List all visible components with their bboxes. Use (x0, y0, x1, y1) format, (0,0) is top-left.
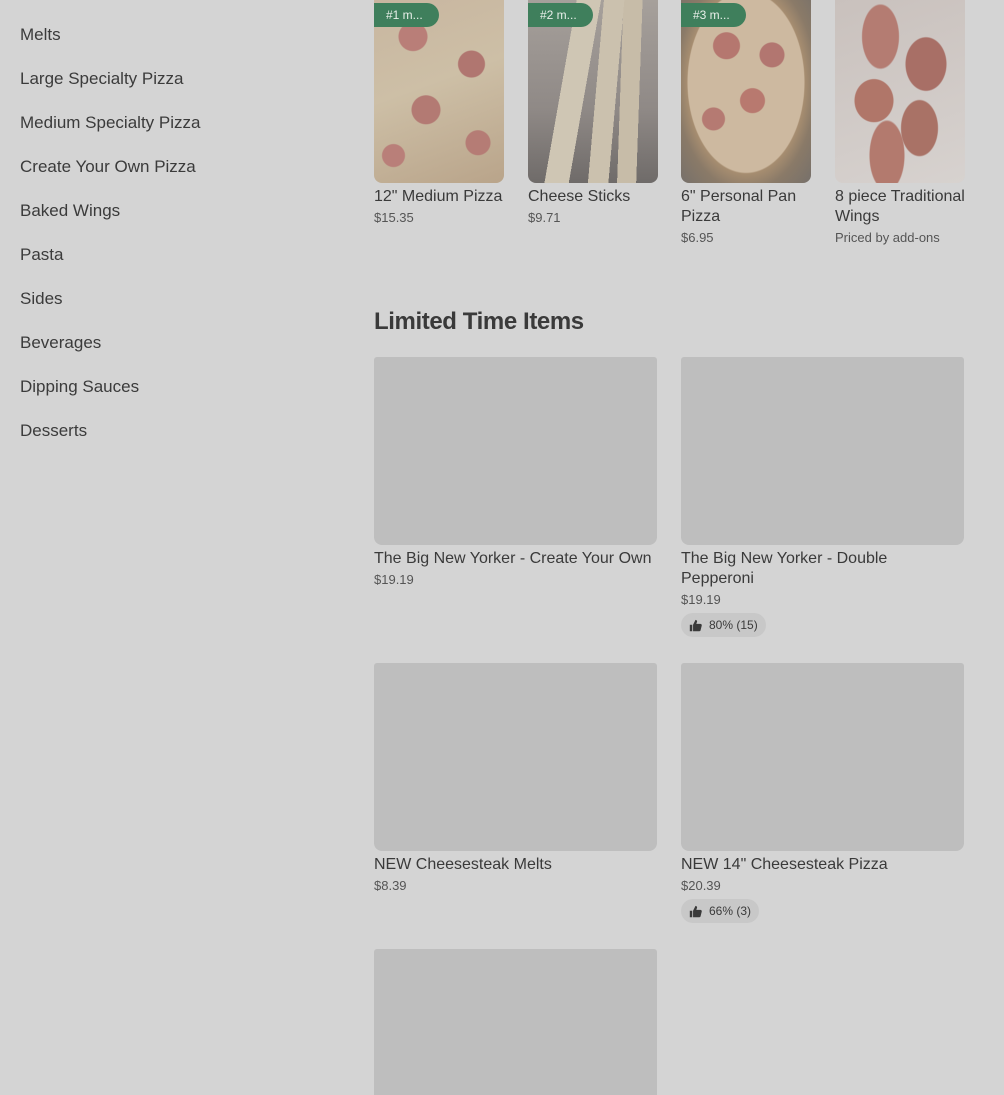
sidebar-item-beverages[interactable]: Beverages (20, 332, 101, 354)
item-image-placeholder (374, 949, 657, 1095)
section-heading: Limited Time Items (374, 308, 584, 335)
limited-item-card[interactable] (374, 949, 657, 1095)
item-image: #3 m... (681, 0, 811, 183)
item-image: #1 m... (374, 0, 504, 183)
popular-item-card[interactable]: 8 piece Traditional Wings Priced by add-… (835, 0, 965, 245)
item-title: 12" Medium Pizza (374, 188, 503, 205)
limited-item-card[interactable]: The Big New Yorker - Create Your Own $19… (374, 357, 657, 587)
rating-badge: 80% (15) (681, 613, 766, 637)
item-price: $20.39 (681, 878, 721, 893)
thumbs-up-icon (689, 905, 702, 917)
item-title: The Big New Yorker - Create Your Own (374, 550, 652, 567)
popular-item-card[interactable]: #2 m... Cheese Sticks $9.71 (528, 0, 658, 225)
limited-item-card[interactable]: NEW Cheesesteak Melts $8.39 (374, 663, 657, 893)
item-title: The Big New Yorker - Double Pepperoni (681, 550, 888, 587)
item-image (835, 0, 965, 183)
sidebar-item-desserts[interactable]: Desserts (20, 420, 87, 442)
thumbs-up-icon (689, 619, 702, 631)
rank-badge: #3 m... (681, 3, 746, 27)
rating-text: 66% (3) (709, 904, 752, 918)
rank-badge: #1 m... (374, 3, 439, 27)
item-title: NEW 14" Cheesesteak Pizza (681, 856, 888, 873)
item-price: Priced by add-ons (835, 230, 940, 245)
item-price: $9.71 (528, 210, 561, 225)
item-price: $19.19 (681, 592, 721, 607)
item-price: $19.19 (374, 572, 414, 587)
sidebar-item-sides[interactable]: Sides (20, 288, 63, 310)
item-image-placeholder (681, 357, 964, 545)
item-price: $8.39 (374, 878, 407, 893)
sidebar-item-medium-specialty-pizza[interactable]: Medium Specialty Pizza (20, 112, 200, 134)
limited-item-card[interactable]: The Big New Yorker - Double Pepperoni $1… (681, 357, 964, 637)
item-image: #2 m... (528, 0, 658, 183)
popular-item-card[interactable]: #3 m... 6" Personal Pan Pizza $6.95 (681, 0, 811, 245)
sidebar-item-pasta[interactable]: Pasta (20, 244, 63, 266)
sidebar-item-baked-wings[interactable]: Baked Wings (20, 200, 120, 222)
item-image-placeholder (681, 663, 964, 851)
item-title: 6" Personal Pan Pizza (681, 188, 797, 225)
sidebar-item-create-your-own-pizza[interactable]: Create Your Own Pizza (20, 156, 196, 178)
item-title: NEW Cheesesteak Melts (374, 856, 552, 873)
rank-badge: #2 m... (528, 3, 593, 27)
item-image-placeholder (374, 357, 657, 545)
rating-text: 80% (15) (709, 618, 758, 632)
sidebar-item-large-specialty-pizza[interactable]: Large Specialty Pizza (20, 68, 183, 90)
rating-badge: 66% (3) (681, 899, 760, 923)
item-title: Cheese Sticks (528, 188, 631, 205)
sidebar-item-melts[interactable]: Melts (20, 24, 61, 46)
item-price: $6.95 (681, 230, 714, 245)
popular-item-card[interactable]: #1 m... 12" Medium Pizza $15.35 (374, 0, 504, 225)
menu-page: Melts Large Specialty Pizza Medium Speci… (0, 0, 1004, 1095)
limited-item-card[interactable]: NEW 14" Cheesesteak Pizza $20.39 66% (3) (681, 663, 964, 923)
sidebar-item-dipping-sauces[interactable]: Dipping Sauces (20, 376, 139, 398)
item-image-placeholder (374, 663, 657, 851)
item-price: $15.35 (374, 210, 414, 225)
item-title: 8 piece Traditional Wings (835, 188, 965, 225)
